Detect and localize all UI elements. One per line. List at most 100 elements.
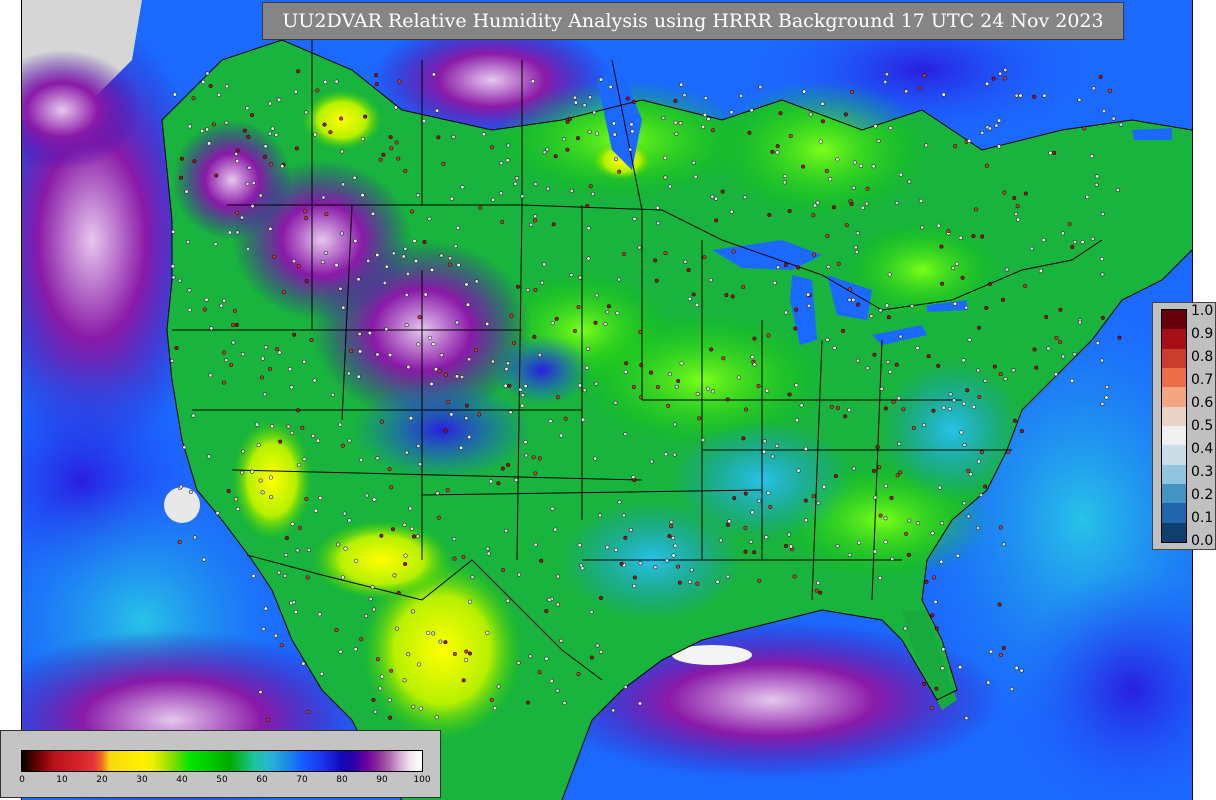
station-dot (553, 154, 558, 159)
station-dot (513, 181, 518, 186)
station-dot (568, 116, 573, 121)
station-dot (727, 519, 732, 524)
station-dot (663, 155, 668, 160)
station-dot (312, 378, 317, 383)
station-dot (1004, 267, 1010, 272)
station-dot (463, 657, 468, 662)
station-dot (691, 160, 696, 165)
station-dot (616, 277, 622, 282)
observation-tick-label: 1.0 (1191, 303, 1214, 319)
station-dot (260, 490, 265, 495)
station-dot (967, 337, 972, 342)
station-dot (177, 539, 182, 545)
station-dot (906, 552, 911, 557)
station-dot (234, 151, 239, 157)
station-dot (179, 156, 184, 161)
station-dot (871, 164, 876, 169)
station-dot (632, 583, 637, 588)
station-dot (347, 518, 352, 523)
station-dot (240, 352, 245, 357)
station-dot (1095, 341, 1100, 346)
station-dot (986, 680, 991, 685)
station-dot (878, 513, 883, 518)
station-dot (676, 378, 681, 384)
station-dot (695, 391, 700, 396)
station-dot (547, 597, 552, 602)
station-dot (515, 284, 521, 289)
station-dot (991, 76, 996, 81)
station-dot (718, 538, 723, 543)
station-dot (306, 548, 311, 553)
station-dot (632, 478, 637, 483)
station-dot (496, 481, 501, 486)
station-dot (595, 131, 600, 136)
station-dot (505, 361, 511, 366)
station-dot (291, 259, 297, 264)
station-dot (177, 278, 182, 283)
station-dot (303, 209, 308, 214)
station-dot (589, 610, 594, 615)
station-dot (1011, 368, 1016, 373)
observation-tick-label: 0.0 (1191, 533, 1214, 549)
station-dot (710, 194, 715, 199)
station-dot (301, 661, 306, 666)
station-dot (281, 290, 286, 295)
station-dot (590, 191, 595, 196)
station-dot (594, 381, 599, 386)
station-dot (305, 575, 310, 580)
station-dot (504, 528, 509, 533)
humidity-tick-label: 40 (176, 775, 188, 785)
station-dot (776, 265, 781, 270)
station-dot (215, 511, 220, 516)
station-dot (360, 193, 365, 198)
station-dot (317, 612, 322, 617)
station-dot (406, 652, 411, 657)
station-dot (743, 491, 748, 496)
station-dot (865, 366, 870, 371)
station-dot (581, 417, 586, 422)
station-dot (207, 141, 212, 146)
station-dot (443, 640, 448, 645)
station-dot (961, 358, 966, 363)
station-dot (533, 214, 538, 219)
station-dot (813, 203, 818, 208)
station-dot (702, 255, 707, 260)
station-dot (240, 470, 245, 475)
observation-colorbar-band (1162, 310, 1186, 330)
station-dot (562, 137, 567, 142)
station-dot (503, 383, 508, 388)
station-dot (434, 715, 439, 720)
station-dot (724, 293, 729, 298)
station-dot (794, 307, 799, 312)
station-dot (586, 226, 591, 231)
station-dot (296, 408, 301, 413)
station-dot (584, 365, 590, 370)
station-dot (637, 245, 642, 250)
station-dot (209, 326, 214, 331)
station-dot (201, 557, 207, 562)
humidity-tick-label: 70 (296, 775, 308, 785)
station-dot (921, 422, 927, 428)
station-dot (293, 610, 298, 615)
station-dot (375, 456, 380, 461)
station-dot (485, 321, 490, 326)
station-dot (182, 445, 187, 450)
station-dot (171, 229, 176, 234)
station-dot (997, 118, 1002, 123)
station-dot (824, 168, 829, 173)
station-dot (818, 139, 823, 144)
station-dot (1012, 418, 1017, 423)
station-dot (439, 253, 444, 258)
station-dot (948, 392, 953, 397)
station-dot (389, 146, 394, 151)
station-dot (669, 519, 674, 525)
station-dot (284, 536, 289, 541)
station-dot (323, 250, 328, 255)
station-dot (287, 367, 293, 372)
station-dot (587, 95, 593, 100)
station-dot (405, 271, 410, 276)
station-dot (578, 275, 583, 280)
station-dot (980, 130, 985, 135)
station-dot (873, 495, 878, 500)
station-dot (997, 602, 1002, 607)
